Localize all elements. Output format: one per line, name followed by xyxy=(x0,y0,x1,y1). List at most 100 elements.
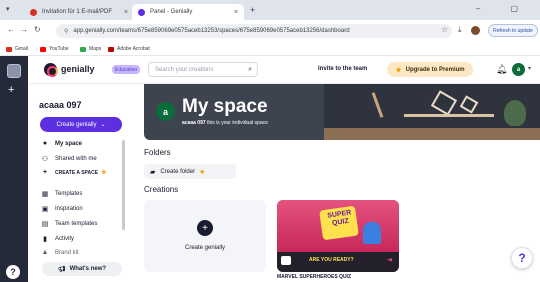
search-icon[interactable]: ⌕ xyxy=(248,66,252,74)
update-button[interactable]: Refresh to update xyxy=(488,24,538,37)
tab-search-icon[interactable]: ▾ xyxy=(6,5,10,13)
help-chat-button[interactable]: ? xyxy=(511,247,533,269)
upgrade-premium-button[interactable]: ★ Upgrade to Premium xyxy=(387,62,473,77)
arrow-right-icon: ➜ xyxy=(387,257,393,264)
whats-new-button[interactable]: 📢︎ What's new? xyxy=(42,262,122,276)
bookmark-label: YouTube xyxy=(49,46,69,52)
megaphone-icon: 📢︎ xyxy=(57,266,66,273)
address-bar[interactable]: ⚲ app.genially.com/teams/675e859069e0575… xyxy=(56,24,452,38)
sidebar-item-brand-kit[interactable]: ▲ Brand kit xyxy=(40,249,79,256)
sidebar-item-create-space[interactable]: + CREATE A SPACE ★ xyxy=(40,169,107,176)
genially-logo-icon[interactable] xyxy=(44,63,58,77)
space-avatar: a xyxy=(156,102,175,121)
sidebar-item-my-space[interactable]: ● My space xyxy=(40,140,82,147)
screen: ▾ Invitation für 1 E-mail/PDF × Panel - … xyxy=(0,0,540,282)
sidebar-item-activity[interactable]: ▮ Activity xyxy=(40,235,74,243)
inspiration-icon: ▣ xyxy=(41,206,49,213)
brand-name: genially xyxy=(61,64,95,74)
bookmark-acrobat[interactable]: Adobe Acrobat xyxy=(108,46,150,52)
site-info-icon[interactable]: ⚲ xyxy=(64,28,68,35)
app-header: genially Education Search your creations… xyxy=(28,56,540,84)
chevron-down-icon: ⌄ xyxy=(100,122,106,128)
acrobat-icon xyxy=(108,46,114,52)
sidebar-item-label: Shared with me xyxy=(55,156,97,162)
bookmark-gmail[interactable]: Gmail xyxy=(6,46,28,52)
youtube-icon xyxy=(40,46,46,52)
window-controls[interactable]: – ▢ xyxy=(476,4,532,13)
upgrade-label: Upgrade to Premium xyxy=(405,66,465,73)
create-genially-label: Create genially xyxy=(56,121,97,128)
new-tab-icon[interactable]: + xyxy=(250,5,255,15)
creation-title[interactable]: MARVEL SUPERHEROES QUIZ xyxy=(277,274,351,280)
bookmarks-bar: Gmail YouTube Maps Adobe Acrobat xyxy=(0,42,540,56)
pdf-favicon-icon xyxy=(30,8,37,16)
presentation-type-icon xyxy=(281,256,291,265)
create-genially-card-label: Create genially xyxy=(184,245,226,251)
creations-heading: Creations xyxy=(144,185,179,194)
sidebar-item-label: CREATE A SPACE xyxy=(55,169,99,176)
browser-toolbar: ← → ↻ ⚲ app.genially.com/teams/675e85906… xyxy=(0,20,540,42)
browser-tab-1-label: Invitation für 1 E-mail/PDF xyxy=(42,9,113,15)
forward-icon[interactable]: → xyxy=(20,25,28,34)
gmail-icon xyxy=(6,46,12,52)
browser-tab-2[interactable]: Panel - Genially × xyxy=(132,4,244,20)
activity-icon: ▮ xyxy=(43,236,47,243)
close-tab-icon[interactable]: × xyxy=(124,9,128,16)
folder-icon: ▰ xyxy=(150,168,156,176)
chevron-down-icon[interactable]: ▾ xyxy=(528,65,531,72)
sidebar-item-label: Team templates xyxy=(55,221,98,227)
search-input[interactable]: Search your creations ⌕ xyxy=(148,62,258,77)
browser-tab-1[interactable]: Invitation für 1 E-mail/PDF × xyxy=(24,4,134,20)
bookmark-label: Adobe Acrobat xyxy=(117,46,150,52)
create-genially-button[interactable]: Create genially ⌄ xyxy=(40,117,122,132)
genially-favicon-icon xyxy=(138,8,145,16)
sidebar-scrollbar[interactable] xyxy=(122,140,125,230)
star-icon: ★ xyxy=(101,170,107,176)
team-templates-icon: ▤ xyxy=(41,221,49,228)
sidebar-item-label: My space xyxy=(55,140,83,147)
sidebar-item-templates[interactable]: ▦ Templates xyxy=(40,190,83,198)
create-folder-label: Create folder xyxy=(160,168,196,175)
sidebar-item-label: Templates xyxy=(55,191,83,197)
sidebar-item-shared[interactable]: ⚇ Shared with me xyxy=(40,155,97,163)
star-icon: ★ xyxy=(199,168,206,176)
bookmark-star-icon[interactable]: ☆ xyxy=(441,25,448,34)
profile-avatar[interactable] xyxy=(471,26,480,35)
page-title: My space xyxy=(182,96,268,117)
sidebar: acaaa 097 Create genially ⌄ ● My space ⚇… xyxy=(28,84,128,282)
page-subtitle: acaaa 097 this is your individual space xyxy=(182,120,268,126)
bookmark-maps[interactable]: Maps xyxy=(80,46,101,52)
bookmark-label: Gmail xyxy=(15,46,29,52)
folders-heading: Folders xyxy=(144,148,171,157)
brand-kit-icon: ▲ xyxy=(41,249,49,256)
plus-icon: + xyxy=(42,169,48,176)
invite-team-button[interactable]: Invite to the team xyxy=(318,66,367,72)
close-tab-icon[interactable]: × xyxy=(234,9,238,16)
workspace-rail: + ? xyxy=(0,56,28,282)
shared-icon: ⚇ xyxy=(41,156,49,163)
user-avatar[interactable]: a xyxy=(512,63,525,76)
maps-icon xyxy=(80,46,86,52)
reload-icon[interactable]: ↻ xyxy=(34,25,41,34)
sidebar-item-inspiration[interactable]: ▣ Inspiration xyxy=(40,205,83,213)
creation-card-quiz[interactable]: SUPER QUIZ ARE YOU READY? ➜ xyxy=(277,200,399,272)
create-folder-button[interactable]: ▰ Create folder ★ xyxy=(144,164,236,179)
sidebar-item-label: Brand kit xyxy=(55,249,79,256)
download-icon[interactable]: ⤓ xyxy=(458,25,462,35)
templates-icon: ▦ xyxy=(41,191,49,198)
notifications-bell-icon[interactable]: 🔔︎ xyxy=(496,64,507,75)
workspace-thumbnail[interactable] xyxy=(7,64,21,78)
my-space-banner: a My space acaaa 097 this is your indivi… xyxy=(144,84,540,140)
back-icon[interactable]: ← xyxy=(7,25,15,34)
add-workspace-icon[interactable]: + xyxy=(8,84,14,96)
education-badge: Education xyxy=(112,65,140,74)
sidebar-item-label: Inspiration xyxy=(55,206,83,212)
banner-desk xyxy=(324,128,540,140)
subtitle-text: this is your individual space xyxy=(205,120,268,126)
url-text: app.genially.com/teams/675e859069e0575ac… xyxy=(73,28,350,34)
banner-shelf xyxy=(404,114,494,117)
help-icon[interactable]: ? xyxy=(6,265,20,279)
create-genially-card[interactable]: + Create genially xyxy=(144,200,266,272)
sidebar-item-team-templates[interactable]: ▤ Team templates xyxy=(40,220,98,228)
bookmark-youtube[interactable]: YouTube xyxy=(40,46,69,52)
